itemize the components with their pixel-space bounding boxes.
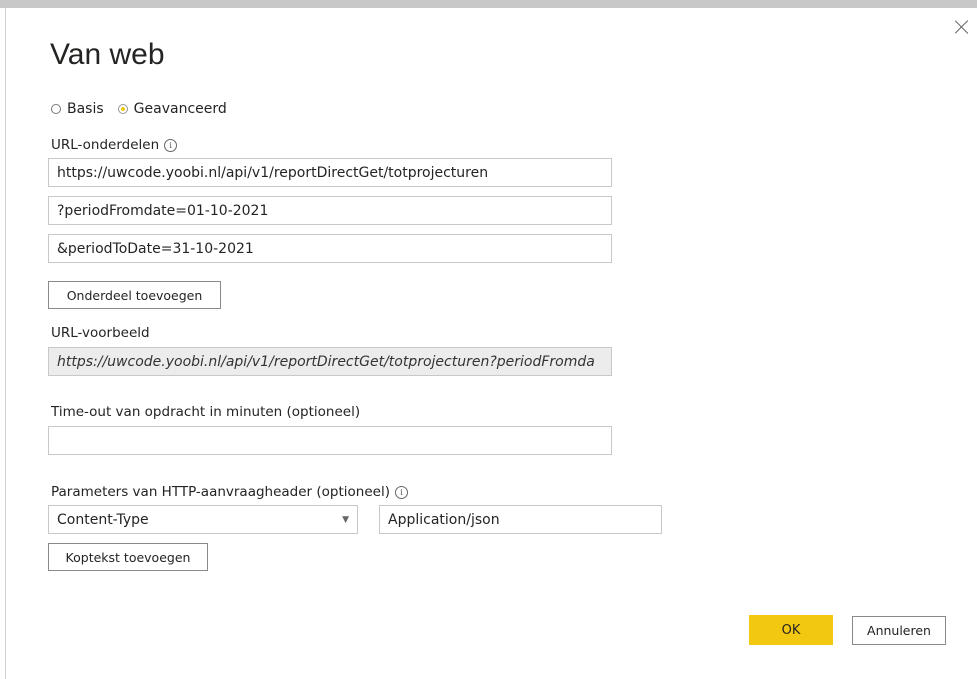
url-part-1-input[interactable]: https://uwcode.yoobi.nl/api/v1/reportDir… [48, 158, 612, 187]
dialog-title: Van web [50, 38, 165, 71]
header-name-value: Content-Type [57, 511, 149, 528]
radio-basis[interactable]: Basis [51, 101, 104, 117]
radio-basis-label: Basis [67, 101, 104, 117]
radio-unselected-icon [51, 104, 61, 114]
chevron-down-icon: ▼ [342, 514, 349, 525]
url-part-3-input[interactable]: &periodToDate=31-10-2021 [48, 234, 612, 263]
url-part-2-input[interactable]: ?periodFromdate=01-10-2021 [48, 196, 612, 225]
url-preview-field: https://uwcode.yoobi.nl/api/v1/reportDir… [48, 347, 612, 376]
close-icon[interactable] [955, 20, 969, 34]
http-header-label: Parameters van HTTP-aanvraagheader (opti… [51, 484, 390, 500]
ok-button[interactable]: OK [749, 615, 833, 645]
window-left-border [5, 8, 6, 679]
url-preview-label: URL-voorbeeld [51, 325, 150, 341]
radio-geavanceerd[interactable]: Geavanceerd [117, 101, 227, 117]
url-parts-label: URL-onderdelen [51, 137, 160, 153]
window-top-border [0, 0, 977, 8]
timeout-label: Time-out van opdracht in minuten (option… [51, 404, 361, 420]
radio-geavanceerd-label: Geavanceerd [133, 101, 227, 117]
header-value-input[interactable]: Application/json [379, 505, 662, 534]
info-icon[interactable]: i [164, 138, 178, 152]
header-name-dropdown[interactable]: Content-Type ▼ [48, 505, 358, 534]
cancel-button[interactable]: Annuleren [852, 616, 946, 645]
add-url-part-button[interactable]: Onderdeel toevoegen [48, 281, 221, 309]
http-header-label-row: Parameters van HTTP-aanvraagheader (opti… [51, 484, 408, 500]
url-parts-label-row: URL-onderdelen i [51, 137, 178, 153]
info-icon[interactable]: i [394, 485, 408, 499]
timeout-input[interactable] [48, 426, 612, 455]
mode-radio-group: Basis Geavanceerd [51, 101, 241, 117]
radio-selected-icon [117, 104, 128, 114]
add-header-button[interactable]: Koptekst toevoegen [48, 543, 208, 571]
